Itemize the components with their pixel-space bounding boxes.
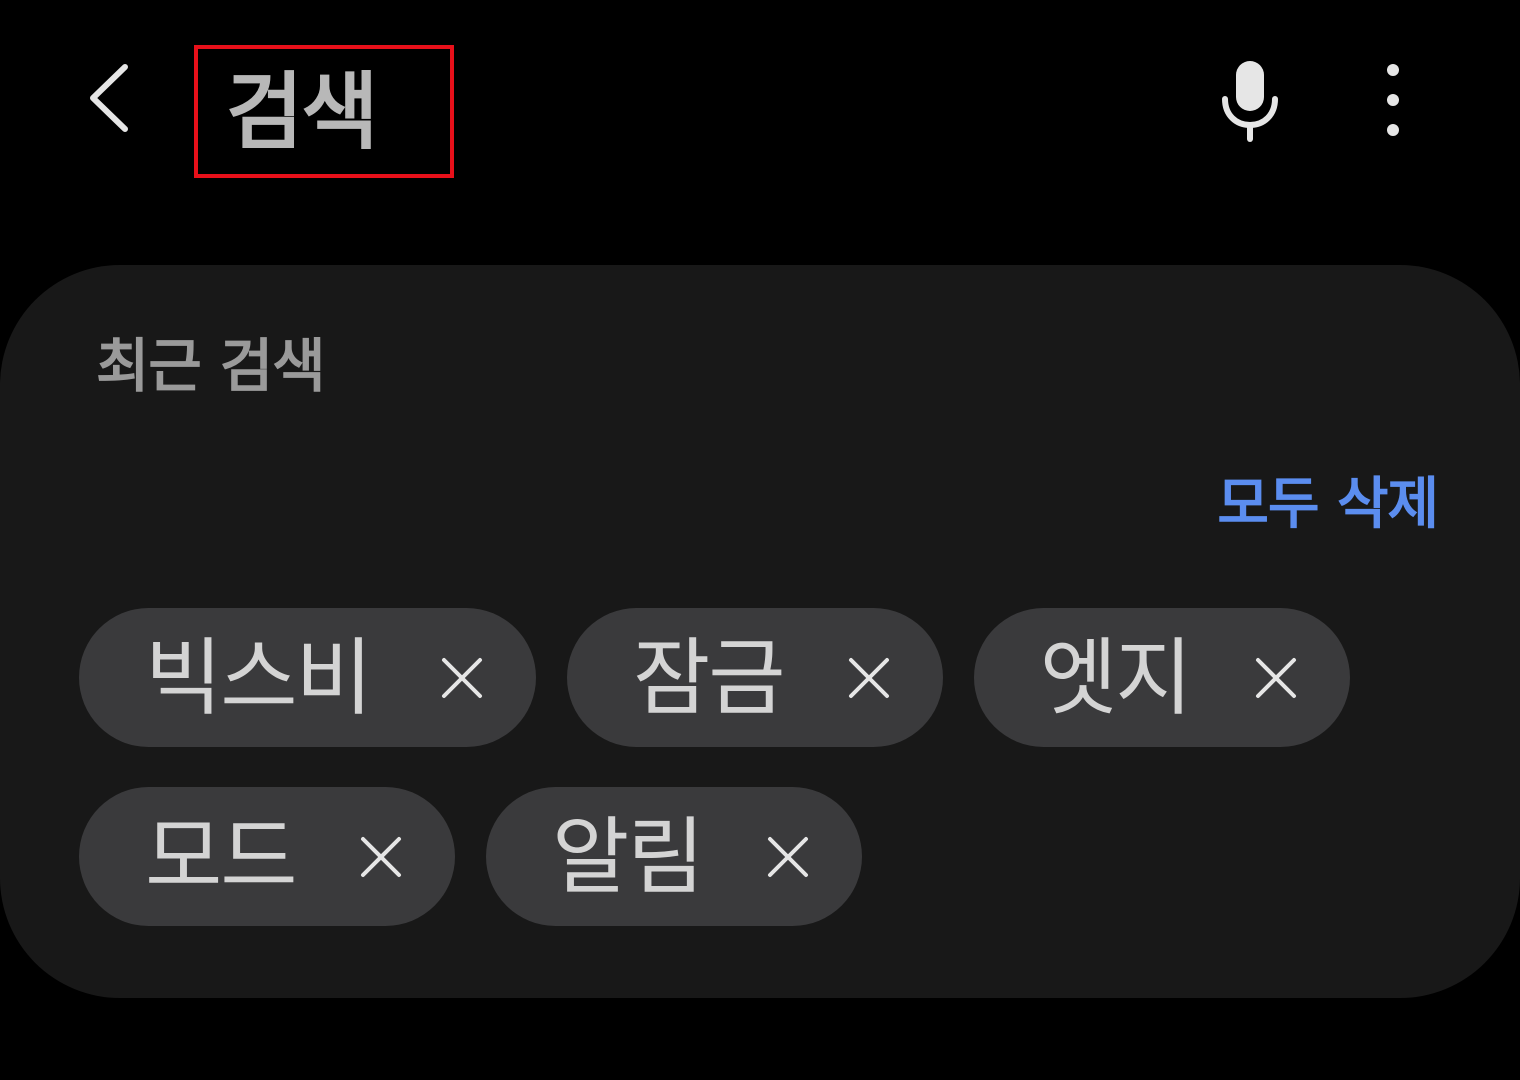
chevron-left-icon [90, 64, 128, 132]
recent-search-chip[interactable]: 모드 [79, 787, 455, 926]
close-icon [1256, 657, 1296, 698]
remove-chip-button[interactable] [1246, 648, 1306, 708]
voice-search-button[interactable] [1205, 50, 1295, 150]
page-title: 검색 [226, 62, 379, 161]
section-title: 최근 검색 [96, 332, 326, 400]
remove-chip-button[interactable] [351, 827, 411, 887]
recent-searches-card: 최근 검색 모두 삭제 빅스비 잠금 엣지 모드 알림 [0, 265, 1520, 998]
close-icon [849, 657, 889, 698]
recent-search-chip[interactable]: 알림 [486, 787, 862, 926]
recent-search-chip[interactable]: 잠금 [567, 608, 943, 747]
microphone-icon [1222, 61, 1278, 142]
title-highlight-box: 검색 [194, 45, 454, 178]
remove-chip-button[interactable] [839, 648, 899, 708]
close-icon [442, 657, 482, 698]
chip-label: 알림 [552, 807, 705, 906]
chip-label: 잠금 [633, 628, 786, 727]
remove-chip-button[interactable] [758, 827, 818, 887]
recent-search-chip[interactable]: 엣지 [974, 608, 1350, 747]
recent-search-chip[interactable]: 빅스비 [79, 608, 536, 747]
remove-chip-button[interactable] [432, 648, 492, 708]
more-vertical-icon [1387, 64, 1399, 136]
chip-label: 엣지 [1040, 628, 1193, 727]
more-options-button[interactable] [1350, 50, 1436, 150]
close-icon [768, 836, 808, 877]
search-screen: 검색 최근 검색 모두 삭제 빅스비 잠금 엣지 모드 알림 [0, 0, 1520, 1080]
chip-label: 빅스비 [145, 628, 373, 727]
chip-label: 모드 [145, 807, 298, 906]
clear-all-button[interactable]: 모두 삭제 [1217, 477, 1439, 533]
back-button[interactable] [64, 48, 154, 148]
close-icon [361, 836, 401, 877]
